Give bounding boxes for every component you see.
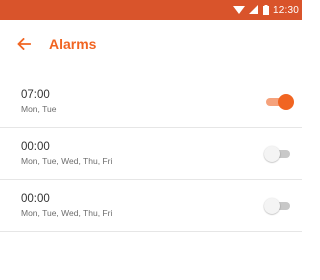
toggle-thumb (278, 93, 294, 110)
alarm-list: 07:00 Mon, Tue 00:00 Mon, Tue, Wed, Thu,… (0, 76, 302, 232)
alarm-time: 00:00 (21, 193, 50, 205)
alarm-days: Mon, Tue, Wed, Thu, Fri (21, 156, 113, 166)
alarm-days: Mon, Tue, Wed, Thu, Fri (21, 208, 113, 218)
alarm-text: 07:00 Mon, Tue (21, 88, 56, 115)
alarm-days: Mon, Tue (21, 104, 57, 114)
arrow-left-icon (17, 37, 31, 50)
page-title: Alarms (49, 35, 97, 52)
toggle-thumb (264, 197, 280, 214)
alarm-item[interactable]: 07:00 Mon, Tue (0, 76, 302, 128)
alarm-item[interactable]: 00:00 Mon, Tue, Wed, Thu, Fri (0, 128, 302, 180)
toggle-thumb (264, 145, 280, 162)
alarm-text: 00:00 Mon, Tue, Wed, Thu, Fri (21, 192, 112, 219)
alarm-time: 07:00 (21, 89, 50, 101)
alarm-time: 00:00 (21, 141, 50, 153)
alarm-toggle[interactable] (264, 145, 294, 162)
signal-icon (248, 5, 258, 14)
back-button[interactable] (0, 20, 46, 67)
wifi-icon (232, 6, 245, 14)
alarm-toggle[interactable] (264, 197, 294, 214)
alarm-item[interactable]: 00:00 Mon, Tue, Wed, Thu, Fri (0, 180, 302, 232)
alarm-text: 00:00 Mon, Tue, Wed, Thu, Fri (21, 140, 112, 167)
app-bar: Alarms (0, 20, 302, 67)
battery-icon (262, 5, 269, 15)
status-time: 12:30 (272, 4, 299, 16)
status-bar: 12:30 (0, 0, 302, 20)
alarm-toggle[interactable] (264, 93, 294, 110)
